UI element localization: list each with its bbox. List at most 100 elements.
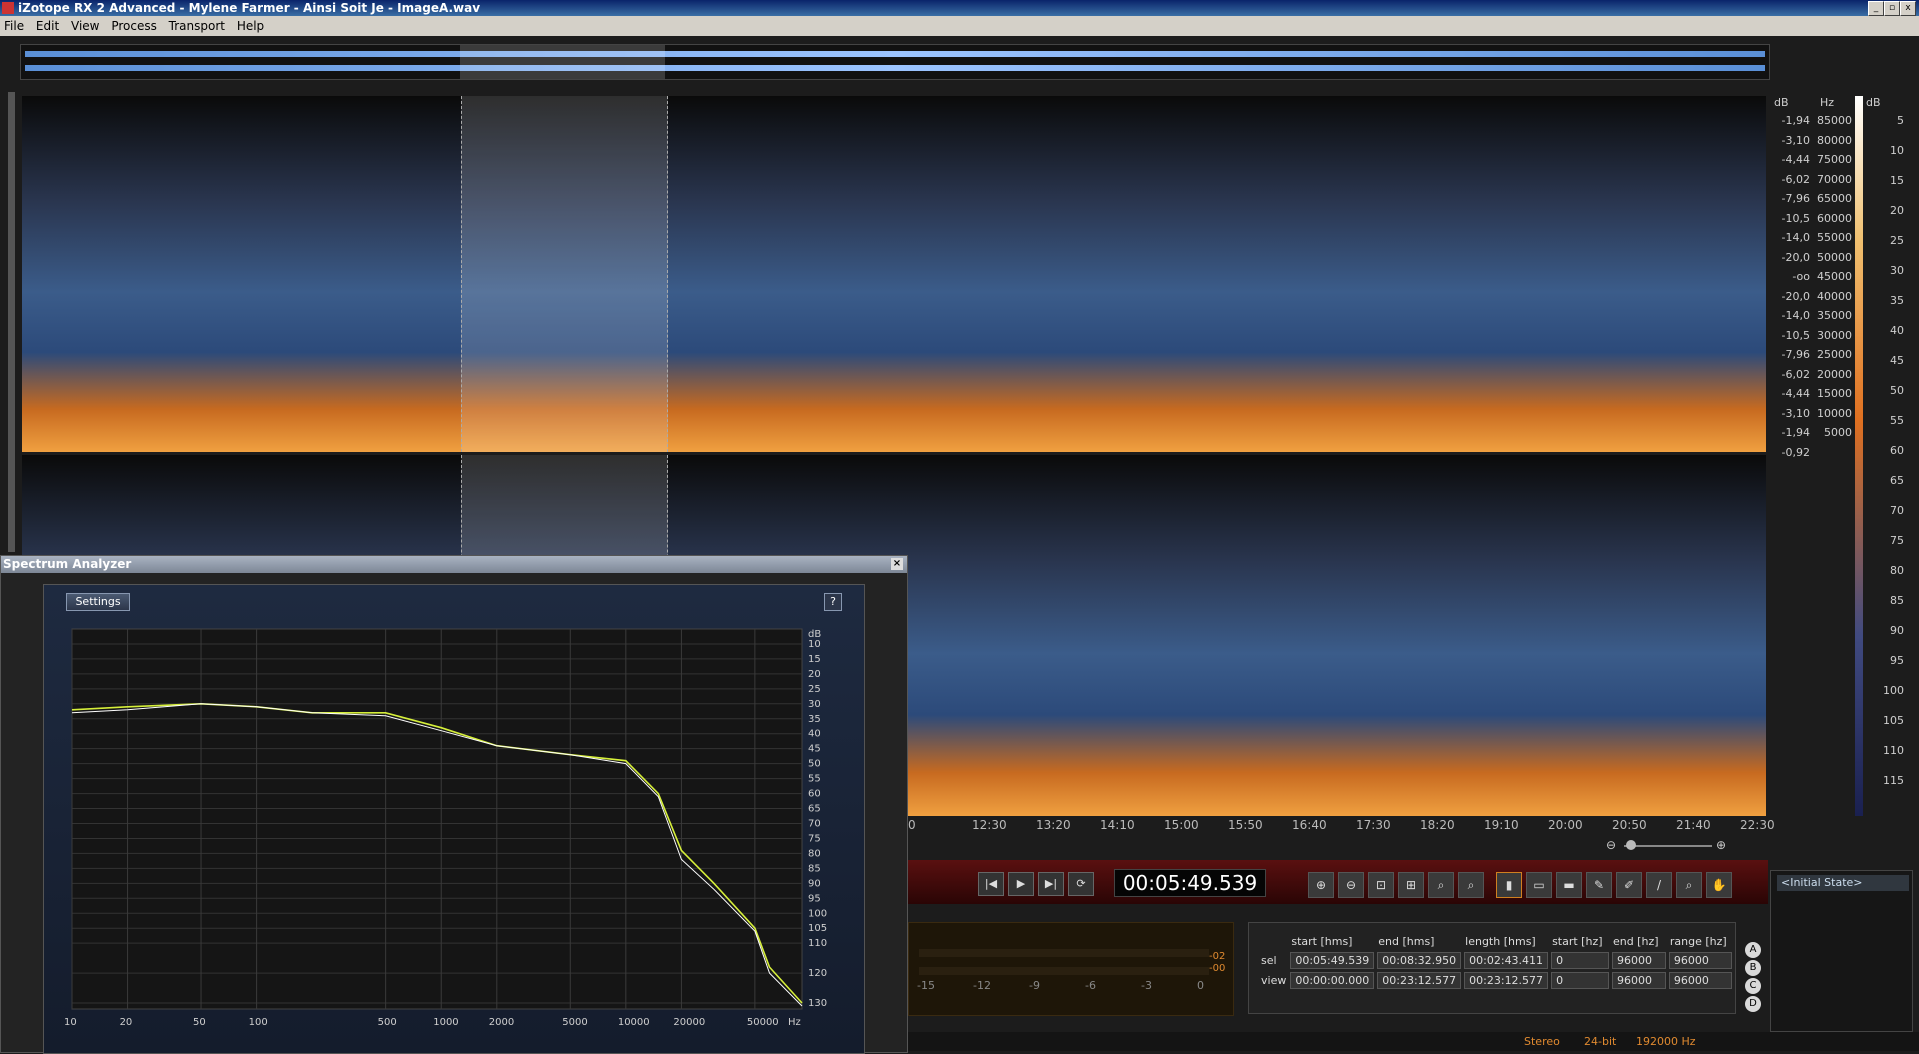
zoom-time-icon[interactable]: ⌕: [1428, 872, 1454, 898]
sel-start-hz-field[interactable]: 0: [1551, 952, 1609, 969]
freq-select-tool-icon[interactable]: ▬: [1556, 872, 1582, 898]
snapshot-c-button[interactable]: C: [1745, 978, 1761, 994]
view-end-field[interactable]: 00:23:12.577: [1377, 972, 1462, 989]
zoom-selection-icon[interactable]: ⊡: [1368, 872, 1394, 898]
view-range-hz-field[interactable]: 96000: [1668, 972, 1732, 989]
color-db-tick-label: 40: [1890, 324, 1904, 337]
color-db-tick-label: 55: [1890, 414, 1904, 427]
y-tick-label: 55: [808, 774, 821, 785]
hz-tick-label: 35000: [1817, 309, 1852, 322]
time-tick-label: 14:10: [1100, 818, 1135, 832]
meter-tick-label: -15: [917, 979, 935, 992]
zoom-in-icon[interactable]: ⊕: [1716, 838, 1726, 852]
spectrogram-channel-left[interactable]: [22, 96, 1766, 452]
col-header: length [hms]: [1465, 935, 1536, 948]
y-tick-label: 120: [808, 968, 827, 979]
vertical-scrollbar[interactable]: [8, 92, 15, 552]
menu-view[interactable]: View: [67, 16, 103, 36]
go-to-start-button[interactable]: |◀: [978, 872, 1004, 896]
view-start-field[interactable]: 00:00:00.000: [1290, 972, 1375, 989]
x-tick-label: 500: [378, 1017, 397, 1028]
magnify-tool-icon[interactable]: ⌕: [1676, 872, 1702, 898]
meter-tick-label: -9: [1029, 979, 1040, 992]
zoom-out-tool-icon[interactable]: ⊖: [1338, 872, 1364, 898]
time-tick-label: 22:30: [1740, 818, 1775, 832]
play-selection-button[interactable]: ▶|: [1038, 872, 1064, 896]
sel-length-field[interactable]: 00:02:43.411: [1464, 952, 1549, 969]
time-tick-label: 20:50: [1612, 818, 1647, 832]
peak-bottom: -00: [1209, 963, 1226, 974]
zoom-fit-icon[interactable]: ⊞: [1398, 872, 1424, 898]
minimize-button[interactable]: _: [1868, 1, 1884, 16]
time-tick-label: 13:20: [1036, 818, 1071, 832]
hz-tick-label: 80000: [1817, 133, 1852, 147]
spectrum-analyzer-window: Spectrum Analyzer × Settings ? 10 15 20 25 3…: [0, 555, 908, 1054]
status-bar: Stereo 24-bit 192000 Hz: [908, 1032, 1919, 1051]
color-db-tick-label: 65: [1890, 474, 1904, 487]
close-icon[interactable]: ×: [891, 558, 903, 570]
zoom-in-tool-icon[interactable]: ⊕: [1308, 872, 1334, 898]
menu-help[interactable]: Help: [233, 16, 268, 36]
view-length-field[interactable]: 00:23:12.577: [1464, 972, 1549, 989]
row-label: view: [1261, 974, 1287, 987]
spectrum-analyzer-titlebar[interactable]: Spectrum Analyzer ×: [1, 556, 907, 573]
color-db-tick-label: 10: [1890, 144, 1904, 157]
waveform-overview[interactable]: [20, 44, 1770, 80]
zoom-knob[interactable]: [1626, 840, 1636, 850]
view-start-hz-field[interactable]: 0: [1551, 972, 1609, 989]
color-db-tick-label: 50: [1890, 384, 1904, 397]
menu-file[interactable]: File: [0, 16, 28, 36]
color-scale-bar: [1855, 96, 1863, 816]
hz-tick-label: 30000: [1817, 328, 1852, 342]
maximize-button[interactable]: ▫: [1884, 1, 1900, 16]
settings-button[interactable]: Settings: [66, 593, 130, 611]
menu-edit[interactable]: Edit: [32, 16, 63, 36]
sel-range-hz-field[interactable]: 96000: [1668, 952, 1732, 969]
time-selection[interactable]: [461, 96, 668, 452]
menu-process[interactable]: Process: [107, 16, 161, 36]
zoom-out-icon[interactable]: ⊖: [1606, 838, 1616, 852]
col-header: range [hz]: [1669, 935, 1727, 948]
y-tick-label: 40: [808, 729, 821, 740]
y-tick-label: 65: [808, 804, 821, 815]
overview-channel-right: [25, 65, 1765, 71]
x-tick-label: 10000: [618, 1017, 650, 1028]
help-button[interactable]: ?: [824, 593, 842, 611]
close-button[interactable]: x: [1900, 1, 1916, 16]
horizontal-zoom-slider[interactable]: ⊖ ⊕: [1606, 838, 1730, 854]
snapshot-d-button[interactable]: D: [1745, 996, 1761, 1012]
color-db-tick-label: 100: [1883, 684, 1904, 697]
brush-tool-icon[interactable]: ✐: [1616, 872, 1642, 898]
menu-transport[interactable]: Transport: [165, 16, 229, 36]
sel-start-field[interactable]: 00:05:49.539: [1290, 952, 1375, 969]
overview-selection[interactable]: [460, 45, 665, 79]
snapshot-a-button[interactable]: A: [1745, 942, 1761, 958]
sel-end-hz-field[interactable]: 96000: [1611, 952, 1666, 969]
history-item[interactable]: <Initial State>: [1777, 875, 1909, 891]
tool-strip: ⊕ ⊖ ⊡ ⊞ ⌕ ⌕ ▮ ▭ ▬ ✎ ✐ / ⌕ ✋: [1300, 872, 1760, 900]
snapshot-b-button[interactable]: B: [1745, 960, 1761, 976]
y-tick-label: 80: [808, 848, 821, 859]
col-header: start [hz]: [1552, 935, 1603, 948]
hand-tool-icon[interactable]: ✋: [1706, 872, 1732, 898]
y-tick-label: 105: [808, 923, 827, 934]
rect-select-tool-icon[interactable]: ▭: [1526, 872, 1552, 898]
magic-wand-icon[interactable]: /: [1646, 872, 1672, 898]
lasso-tool-icon[interactable]: ✎: [1586, 872, 1612, 898]
time-select-tool-icon[interactable]: ▮: [1496, 872, 1522, 898]
status-rate: 192000 Hz: [1636, 1035, 1696, 1048]
sel-end-field[interactable]: 00:08:32.950: [1377, 952, 1462, 969]
y-tick-label: 60: [808, 789, 821, 800]
y-tick-label: 25: [808, 684, 821, 695]
color-db-tick-label: 110: [1883, 744, 1904, 757]
play-button[interactable]: ▶: [1008, 872, 1034, 896]
y-tick-label: 130: [808, 998, 827, 1009]
hz-tick-label: 50000: [1817, 250, 1852, 264]
loop-button[interactable]: ⟳: [1068, 872, 1094, 896]
zoom-freq-icon[interactable]: ⌕: [1458, 872, 1484, 898]
hz-tick-label: 85000: [1817, 114, 1852, 127]
hz-tick-label: 65000: [1817, 192, 1852, 205]
color-db-tick-label: 80: [1890, 564, 1904, 577]
meter-bar: [919, 949, 1209, 957]
view-end-hz-field[interactable]: 96000: [1611, 972, 1666, 989]
